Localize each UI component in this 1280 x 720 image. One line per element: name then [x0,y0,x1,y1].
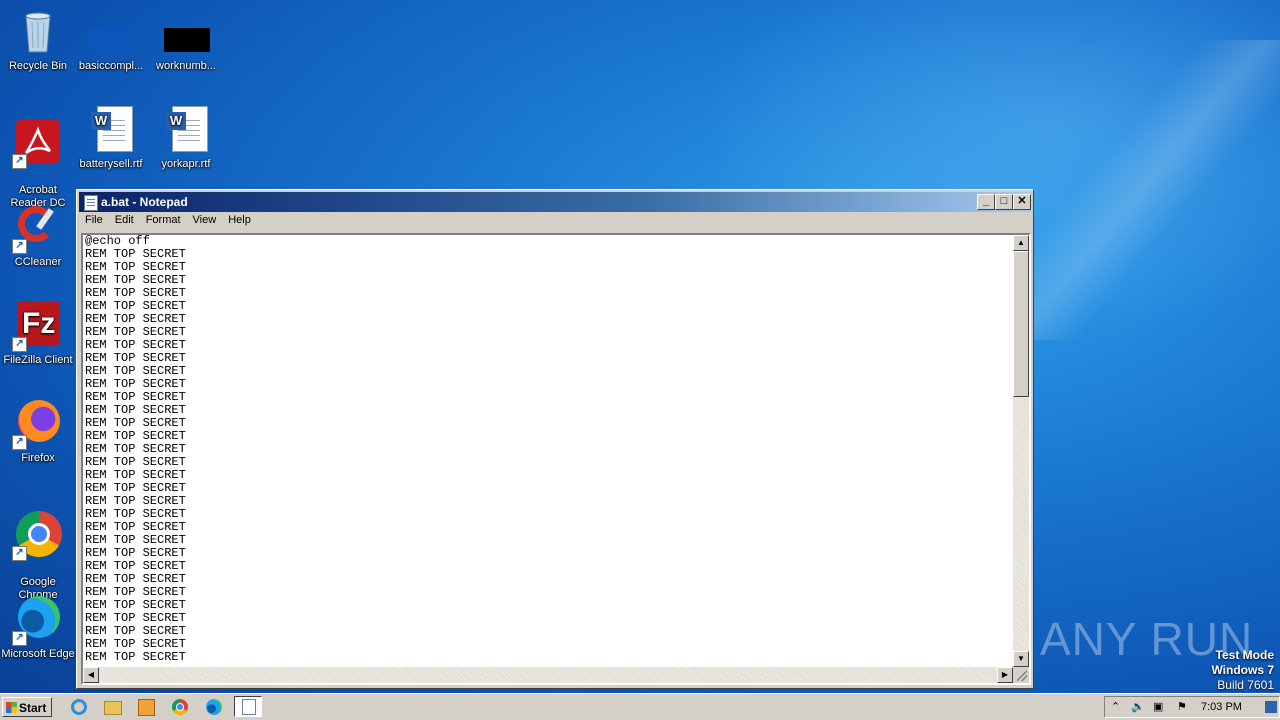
ccleaner-icon: ↗ [12,204,62,254]
desktop-icon-label: Firefox [21,452,55,464]
internet-explorer-icon[interactable] [70,698,90,716]
desktop-icon-label: FileZilla Client [3,354,73,366]
windows-logo-icon [6,702,17,713]
file-explorer-icon[interactable] [104,698,124,716]
media-player-icon[interactable] [137,698,157,716]
show-hidden-icons-icon[interactable]: ⌃ [1111,700,1120,713]
firefox-icon: ↗ [12,400,62,450]
desktop-icon-microsoft-edge[interactable]: ↗ Microsoft Edge [0,596,76,661]
taskbar: Start ⌃ 🔈 ▣ ⚑ 7:03 PM [0,693,1280,720]
editor-line: REM TOP SECRET [85,650,186,664]
desktop-icon-label: CCleaner [14,256,62,268]
horizontal-scrollbar[interactable]: ◀ ▶ [83,667,1013,683]
recycle-bin-icon [14,8,62,56]
desktop-icon-label: worknumb... [156,60,216,72]
file-thumbnail-icon [87,8,135,56]
notepad-icon [84,195,98,211]
desktop-icon-recycle-bin[interactable]: Recycle Bin [0,8,76,73]
action-center-flag-icon[interactable]: ⚑ [1177,700,1187,713]
menu-file[interactable]: File [79,212,109,228]
scroll-down-button[interactable]: ▼ [1013,651,1029,667]
scroll-left-button[interactable]: ◀ [83,667,99,683]
desktop-icon-yorkapr[interactable]: W yorkapr.rtf [148,106,224,171]
edge-taskbar-icon[interactable] [205,698,225,716]
desktop-icon-ccleaner[interactable]: ↗ CCleaner [0,204,76,269]
start-label: Start [19,701,47,715]
volume-icon[interactable]: 🔈 [1131,700,1145,713]
desktop-icon-worknumb[interactable]: worknumb... [148,8,224,73]
menu-format[interactable]: Format [140,212,187,228]
shortcut-arrow-icon: ↗ [12,337,27,352]
shortcut-arrow-icon: ↗ [12,546,27,561]
start-button[interactable]: Start [2,697,52,717]
word-document-icon: W [87,106,135,154]
desktop-icon-basiccompl[interactable]: basiccompl... [73,8,149,73]
menu-view[interactable]: View [187,212,223,228]
title-bar[interactable]: a.bat - Notepad _ □ ✕ [79,192,1031,212]
notepad-window: a.bat - Notepad _ □ ✕ File Edit Format View… [76,189,1034,689]
vertical-scrollbar[interactable]: ▲ ▼ [1013,235,1029,667]
scroll-up-button[interactable]: ▲ [1013,235,1029,251]
desktop-icon-label: basiccompl... [78,60,144,72]
shortcut-arrow-icon: ↗ [12,154,27,169]
chrome-icon: ↗ [12,511,62,561]
edge-icon: ↗ [12,596,62,646]
build-label: Build 7601 [1217,678,1274,692]
os-label: Windows 7 [1211,663,1274,677]
filezilla-icon: Fz ↗ [12,302,62,352]
shortcut-arrow-icon: ↗ [12,435,27,450]
show-desktop-icon[interactable] [1265,701,1277,713]
desktop-icon-batterysell[interactable]: W batterysell.rtf [73,106,149,171]
word-document-icon: W [162,106,210,154]
close-button[interactable]: ✕ [1013,194,1031,210]
menu-bar: File Edit Format View Help [79,212,1031,231]
desktop-icon-label: Recycle Bin [8,60,68,72]
menu-help[interactable]: Help [222,212,257,228]
resize-grip[interactable] [1013,667,1029,683]
acrobat-reader-icon: ↗ [12,119,62,169]
scroll-right-button[interactable]: ▶ [997,667,1013,683]
clock[interactable]: 7:03 PM [1201,701,1242,713]
shortcut-arrow-icon: ↗ [12,631,27,646]
chrome-taskbar-icon[interactable] [171,698,191,716]
desktop-icon-filezilla[interactable]: Fz ↗ FileZilla Client [0,302,76,367]
notepad-taskbar-button[interactable] [234,696,262,717]
file-thumbnail-icon [162,8,210,56]
desktop-icon-label: batterysell.rtf [79,158,143,170]
desktop-icon-label: yorkapr.rtf [161,158,211,170]
minimize-button[interactable]: _ [977,194,995,210]
shortcut-arrow-icon: ↗ [12,239,27,254]
desktop-icon-firefox[interactable]: ↗ Firefox [0,400,76,465]
text-editor[interactable]: @echo off REM TOP SECRET REM TOP SECRET REM… [81,233,1031,685]
network-icon[interactable]: ▣ [1153,700,1163,713]
maximize-button[interactable]: □ [995,194,1013,210]
test-mode-label: Test Mode [1215,648,1274,662]
desktop-icon-label: Microsoft Edge [1,648,75,660]
window-title: a.bat - Notepad [101,195,188,209]
test-mode-watermark: Test Mode Windows 7 Build 7601 [1211,648,1274,693]
editor-content[interactable]: @echo off REM TOP SECRET REM TOP SECRET REM… [85,235,186,664]
menu-edit[interactable]: Edit [109,212,140,228]
system-tray: ⌃ 🔈 ▣ ⚑ 7:03 PM [1104,696,1280,718]
vertical-scroll-thumb[interactable] [1013,251,1029,397]
